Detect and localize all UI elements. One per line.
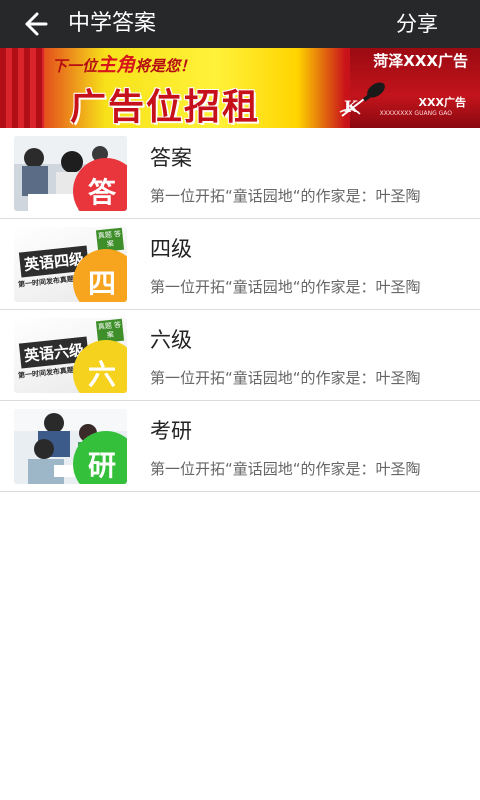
banner-brand: 菏泽XXX广告: [373, 52, 468, 70]
ad-banner[interactable]: 下一位主角将是您！ 广告位招租 菏泽XXX广告 K XXX广告 XXXXXXXX…: [0, 48, 480, 128]
list-item[interactable]: 研考研第一位开拓“童话园地“的作家是：叶圣陶: [0, 401, 480, 492]
banner-headline: 广告位招租: [70, 87, 261, 128]
banner-logo-text: XXX广告: [418, 96, 466, 109]
app-screen: 中学答案 分享 下一位主角将是您！ 广告位招租 菏泽XXX广告 K XXX广告 …: [0, 0, 480, 800]
share-button[interactable]: 分享: [396, 0, 438, 48]
banner-slogan-prefix: 下一位: [52, 57, 98, 75]
list-item[interactable]: 英语四级 第一时间发布真题 真题 答案四四级第一位开拓“童话园地“的作家是：叶圣陶: [0, 219, 480, 310]
list-item-description: 第一位开拓“童话园地“的作家是：叶圣陶: [150, 460, 421, 478]
banner-slogan-emphasis: 主角: [97, 54, 136, 76]
list-item-thumbnail: 英语四级 第一时间发布真题 真题 答案四: [14, 227, 127, 302]
list-item-description: 第一位开拓“童话园地“的作家是：叶圣陶: [150, 278, 421, 296]
list-item-description: 第一位开拓“童话园地“的作家是：叶圣陶: [150, 369, 421, 387]
banner-curtain-decoration: [0, 48, 44, 128]
list-item[interactable]: 答答案第一位开拓“童话园地“的作家是：叶圣陶: [0, 128, 480, 219]
back-button[interactable]: [14, 6, 58, 42]
list-item-thumbnail: 研: [14, 409, 127, 484]
list-item-thumbnail: 答: [14, 136, 127, 211]
category-list: 答答案 第一位开拓“童话园地“的作家是：叶圣陶 英语四级 第一时间发布真题 真题 答案四…: [0, 128, 480, 492]
banner-logo-subtext: XXXXXXXX GUANG GAO: [379, 110, 452, 117]
list-item[interactable]: 英语六级 第一时间发布真题 真题 答案六六级第一位开拓“童话园地“的作家是：叶圣陶: [0, 310, 480, 401]
list-item-title: 考研: [150, 419, 192, 443]
page-title: 中学答案: [68, 11, 157, 36]
top-bar: 中学答案 分享: [0, 0, 480, 48]
list-item-title: 六级: [150, 328, 192, 352]
list-item-description: 第一位开拓“童话园地“的作家是：叶圣陶: [150, 187, 421, 205]
list-item-title: 四级: [150, 237, 192, 261]
list-item-thumbnail: 英语六级 第一时间发布真题 真题 答案六: [14, 318, 127, 393]
banner-slogan: 下一位主角将是您！: [52, 50, 195, 77]
arrow-left-icon: [25, 12, 48, 36]
svg-text:K: K: [344, 97, 359, 116]
banner-slogan-suffix: 将是您！: [135, 57, 196, 75]
list-item-title: 答案: [150, 146, 192, 170]
